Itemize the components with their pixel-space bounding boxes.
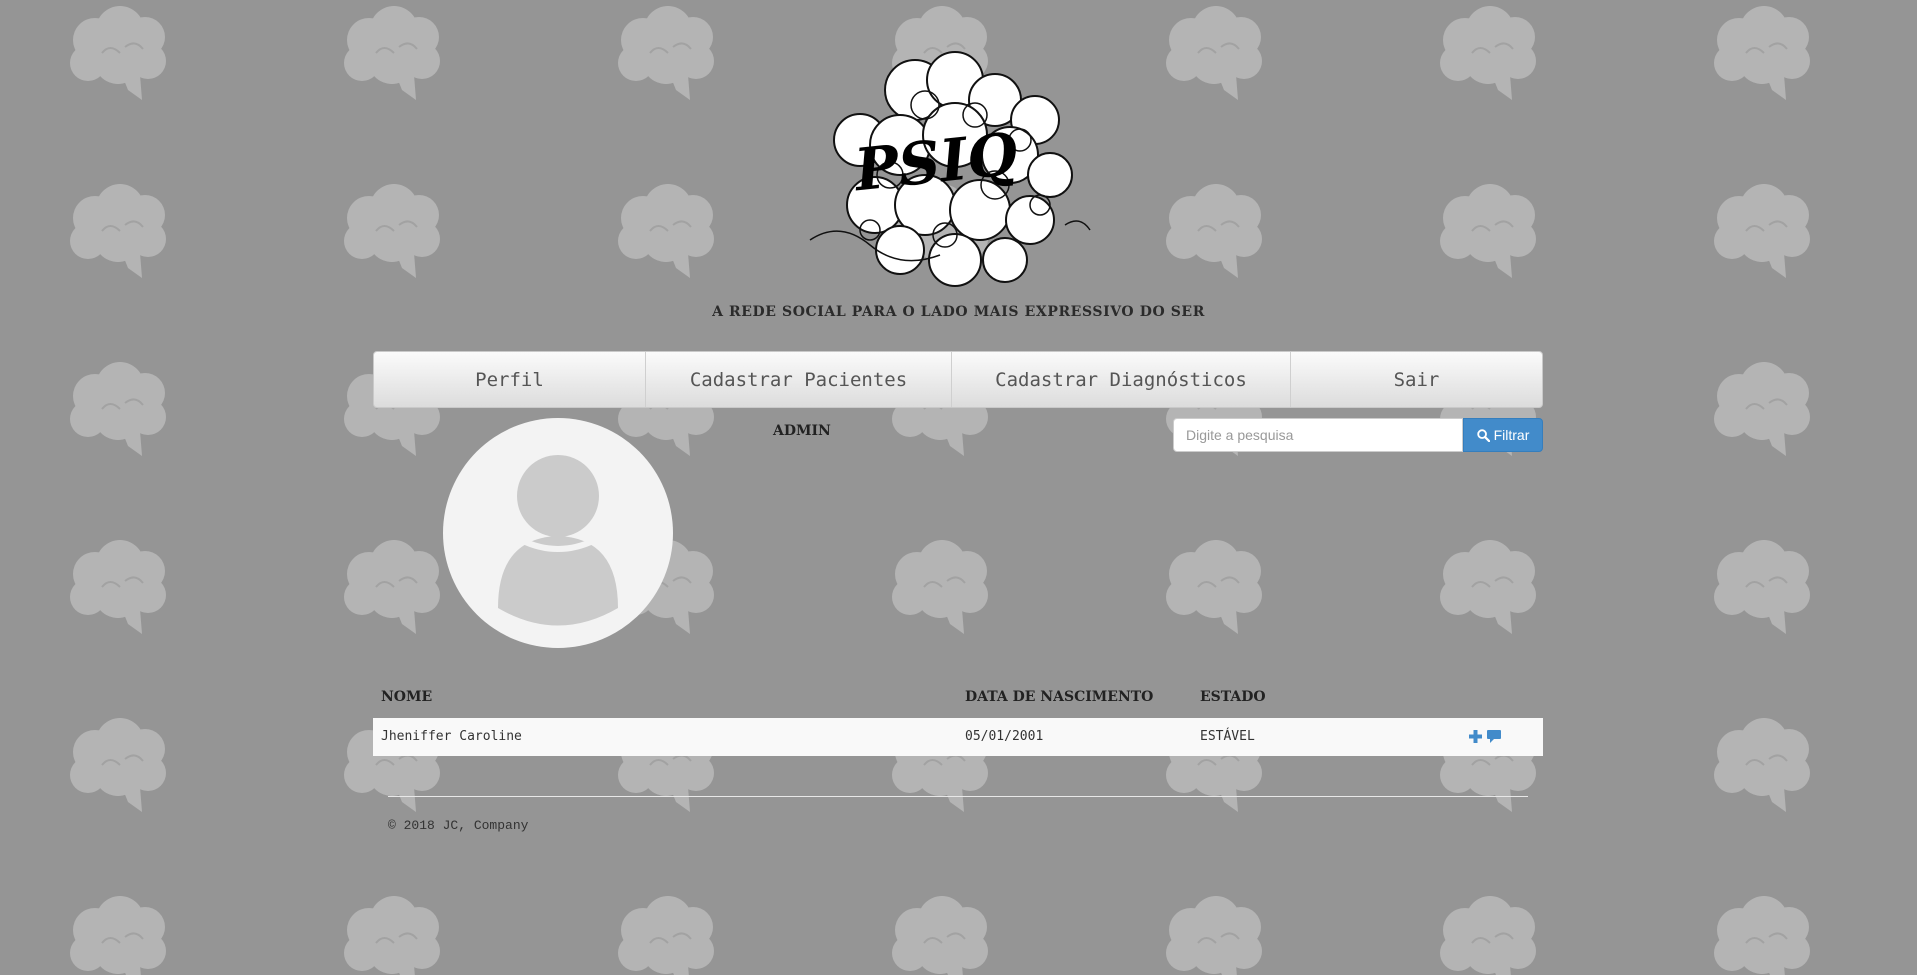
column-header-nome: Nome (381, 689, 433, 705)
comment-icon[interactable] (1486, 729, 1502, 744)
footer-divider (388, 796, 1528, 797)
row-actions (1468, 729, 1502, 744)
column-header-estado: Estado (1200, 689, 1266, 705)
cell-status: ESTÁVEL (1200, 729, 1255, 744)
avatar (443, 418, 673, 648)
plus-icon[interactable] (1468, 729, 1483, 744)
filter-button[interactable]: Filtrar (1463, 418, 1543, 452)
table-row: Jheniffer Caroline 05/01/2001 ESTÁVEL (373, 718, 1543, 756)
nav-cadastrar-diagnosticos[interactable]: Cadastrar Diagnósticos (952, 352, 1291, 407)
nav-perfil[interactable]: Perfil (374, 352, 646, 407)
search-input[interactable] (1173, 418, 1463, 452)
filter-button-label: Filtrar (1493, 427, 1530, 443)
column-header-data-nascimento: Data de Nascimento (965, 689, 1154, 705)
footer-copyright: © 2018 JC, Company (388, 818, 529, 833)
search-icon (1476, 428, 1490, 442)
psiq-logo: PSIQ (809, 51, 1091, 287)
nav-sair[interactable]: Sair (1291, 352, 1542, 407)
tagline: A rede social para o lado mais expressiv… (712, 304, 1205, 320)
main-navbar: Perfil Cadastrar Pacientes Cadastrar Dia… (373, 351, 1543, 408)
profile-username: ADMIN (773, 423, 831, 439)
cell-name: Jheniffer Caroline (381, 729, 522, 744)
cell-birth-date: 05/01/2001 (965, 729, 1044, 744)
nav-cadastrar-pacientes[interactable]: Cadastrar Pacientes (646, 352, 952, 407)
